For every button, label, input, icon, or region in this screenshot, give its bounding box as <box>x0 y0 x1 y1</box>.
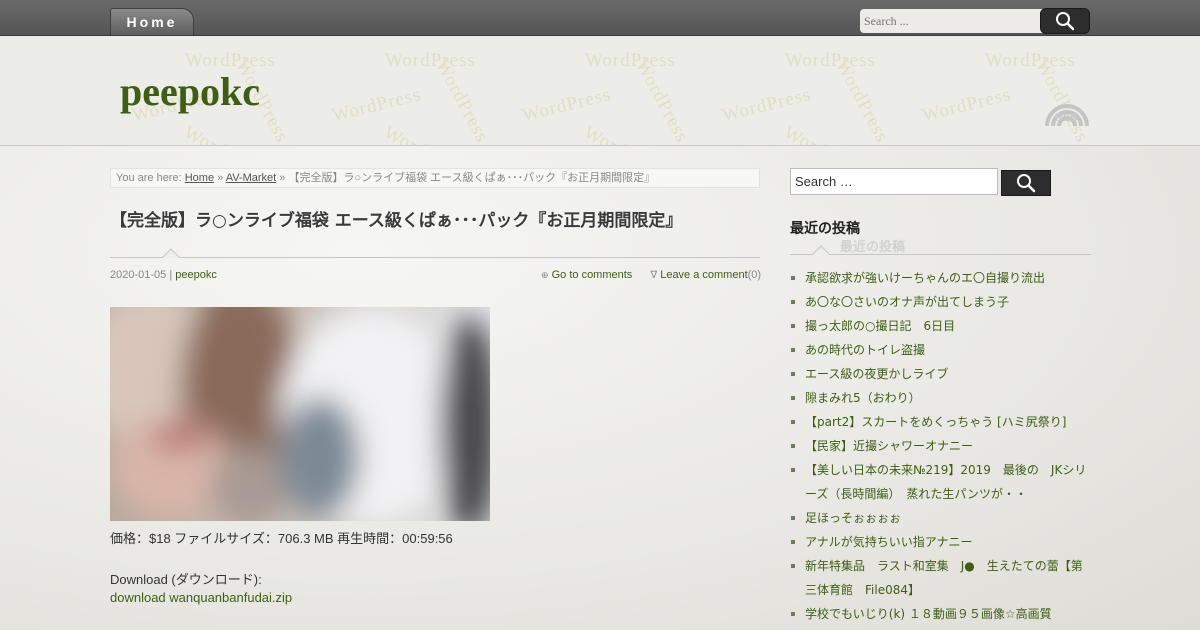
recent-post-link[interactable]: 学校でもいじり(k) １８動画９５画像☆高画質 <box>805 607 1052 621</box>
recent-post-item: 【民家】近撮シャワーオナニー <box>790 434 1090 458</box>
breadcrumb-separator: » <box>279 172 286 184</box>
recent-posts-list: 承認欲求が強いけーちゃんのエ〇自撮り流出 あ〇な〇さいのオナ声が出てしまう子 撮っ太… <box>790 266 1090 626</box>
top-search-form <box>860 8 1090 34</box>
recent-post-link[interactable]: 隙まみれ5（おわり） <box>805 391 921 405</box>
recent-post-item: あの時代のトイレ盗撮 <box>790 338 1090 362</box>
watermark-text: WordPress <box>720 84 814 127</box>
recent-posts-title-shadow: 最近の投稿 <box>840 240 906 255</box>
site-title[interactable]: peepokc <box>120 68 260 115</box>
post-title[interactable]: 【完全版】ラ○ンライブ福袋 エース級くぱぁ･･･パック『お正月期間限定』 <box>110 206 760 231</box>
post-date: 2020-01-05 <box>110 269 167 281</box>
site-header: WordPress WordPress WordPress WordPress Word… <box>0 36 1200 146</box>
recent-post-link[interactable]: 新年特集品 ラスト和室集 J● 生えたての蕾【第三体育館 File084】 <box>805 559 1083 597</box>
post-author-link[interactable]: peepokc <box>175 269 217 281</box>
blurred-photo <box>110 307 490 521</box>
breadcrumb-current: 【完全版】ラ○ンライブ福袋 エース級くぱぁ･･･パック『お正月期間限定』 <box>288 172 656 184</box>
recent-post-link[interactable]: 【part2】スカートをめくっちゃう [ハミ尻祭り] <box>805 415 1066 429</box>
recent-post-link[interactable]: アナルが気持ちいい指アナニー <box>805 535 973 549</box>
recent-post-link[interactable]: 【民家】近撮シャワーオナニー <box>805 439 973 453</box>
watermark-text: WordPress <box>520 84 614 127</box>
sidebar-search-button[interactable] <box>1001 170 1051 196</box>
recent-post-link[interactable]: エース級の夜更かしライブ <box>805 367 948 381</box>
divider-notch <box>812 245 830 255</box>
widget-divider <box>790 254 1091 255</box>
recent-post-item: あ〇な〇さいのオナ声が出てしまう子 <box>790 290 1090 314</box>
leave-comment-link[interactable]: Leave a comment <box>660 269 747 281</box>
search-icon <box>1017 174 1036 193</box>
watermark-text: WordPress <box>580 122 670 145</box>
recent-post-item: エース級の夜更かしライブ <box>790 362 1090 386</box>
post-featured-image[interactable] <box>110 307 490 521</box>
recent-post-item: 【美しい日本の未来№219】2019 最後の JKシリーズ（長時間編） 蒸れた生… <box>790 458 1090 506</box>
top-search-input[interactable] <box>860 9 1045 33</box>
search-icon <box>1056 12 1075 31</box>
recent-post-link[interactable]: 足ほっそぉぉぉぉ <box>805 511 901 525</box>
comments-icon: ⊕ <box>541 270 549 280</box>
recent-posts-title: 最近の投稿 <box>790 221 860 237</box>
recent-post-item: 新年特集品 ラスト和室集 J● 生えたての蕾【第三体育館 File084】 <box>790 554 1090 602</box>
nav-home-tab[interactable]: Home <box>110 8 194 35</box>
recent-post-item: アナルが気持ちいい指アナニー <box>790 530 1090 554</box>
top-nav-bar: Home <box>0 0 1200 36</box>
rss-label[interactable]: RSS <box>1055 112 1078 124</box>
meta-separator: | <box>169 269 173 281</box>
divider-notch <box>162 248 180 258</box>
recent-post-link[interactable]: あの時代のトイレ盗撮 <box>805 343 925 357</box>
recent-post-link[interactable]: 【美しい日本の未来№219】2019 最後の JKシリーズ（長時間編） 蒸れた生… <box>805 463 1086 501</box>
post-meta: 2020-01-05 | peepokc <box>110 269 217 281</box>
recent-post-link[interactable]: 撮っ太郎の○撮日記 6日目 <box>805 319 955 333</box>
recent-post-item: 足ほっそぉぉぉぉ <box>790 506 1090 530</box>
comment-count: (0) <box>747 269 762 281</box>
watermark-text: WordPress <box>920 84 1014 127</box>
breadcrumb: You are here: Home » AV-Market » 【完全版】ラ○… <box>110 168 760 188</box>
top-search-button[interactable] <box>1040 8 1090 34</box>
go-to-comments-link[interactable]: Go to comments <box>552 269 633 281</box>
breadcrumb-separator: » <box>217 172 224 184</box>
sidebar-search-input[interactable] <box>790 168 998 195</box>
post-comment-links: ⊕ Go to comments ∇ Leave a comment(0) <box>541 269 761 281</box>
breadcrumb-prefix: You are here: <box>116 172 182 184</box>
watermark-text: WordPress <box>585 50 676 71</box>
watermark-text: WordPress <box>385 50 476 71</box>
recent-post-item: 撮っ太郎の○撮日記 6日目 <box>790 314 1090 338</box>
recent-post-item: 承認欲求が強いけーちゃんのエ〇自撮り流出 <box>790 266 1090 290</box>
watermark-text: WordPress <box>985 50 1076 71</box>
watermark-text: WordPress <box>180 122 270 145</box>
download-link[interactable]: download wanquanbanfudai.zip <box>110 590 292 605</box>
recent-post-item: 隙まみれ5（おわり） <box>790 386 1090 410</box>
recent-post-item: 学校でもいじり(k) １８動画９５画像☆高画質 <box>790 602 1090 626</box>
download-label: Download (ダウンロード): <box>110 572 262 587</box>
recent-post-link[interactable]: 承認欲求が強いけーちゃんのエ〇自撮り流出 <box>805 271 1045 285</box>
post-info-line: 価格：$18 ファイルサイズ：706.3 MB 再生時間：00:59:56 <box>110 531 453 546</box>
watermark-text: WordPress <box>330 84 424 127</box>
title-divider <box>110 257 760 258</box>
recent-post-item: 【part2】スカートをめくっちゃう [ハミ尻祭り] <box>790 410 1090 434</box>
breadcrumb-category-link[interactable]: AV-Market <box>226 172 277 184</box>
recent-post-link[interactable]: あ〇な〇さいのオナ声が出てしまう子 <box>805 295 1009 309</box>
leave-comment-icon: ∇ <box>650 270 658 281</box>
breadcrumb-home-link[interactable]: Home <box>185 172 214 184</box>
watermark-text: WordPress <box>780 122 870 145</box>
watermark-text: WordPress <box>785 50 876 71</box>
watermark-text: WordPress <box>380 122 470 145</box>
